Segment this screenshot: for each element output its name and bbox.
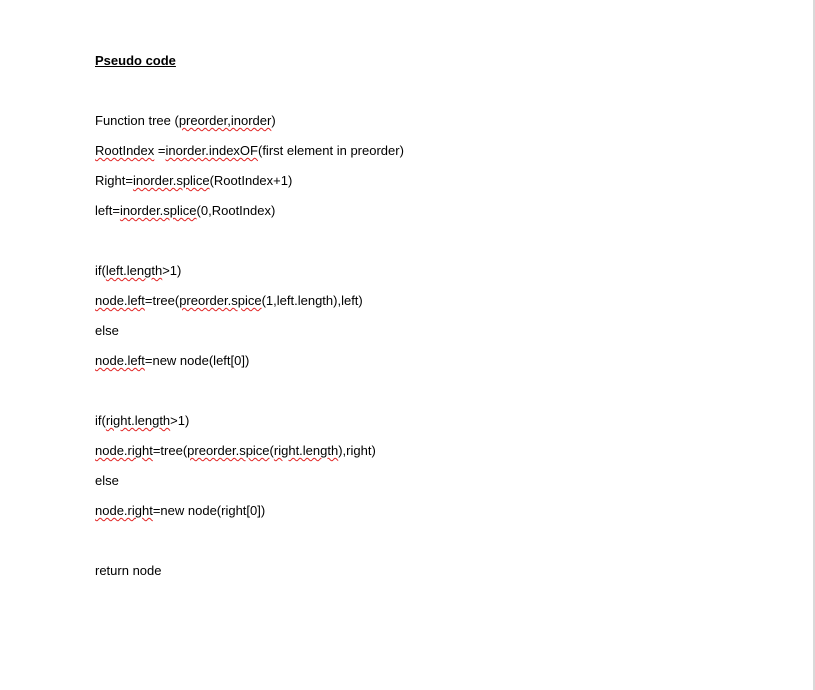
misspelled-text: node.right [95,503,153,518]
misspelled-text: right.length [273,443,339,458]
misspelled-text: preorder,inorder [178,113,272,128]
code-text: =new node(left[0]) [144,353,250,368]
misspelled-text: inorder.splice [119,203,197,218]
misspelled-text: inorder.indexOF [165,143,258,158]
misspelled-text: preorder.spice [179,293,262,308]
misspelled-text: RootIndex [95,143,155,158]
code-line: node.left=tree(preorder.spice(1,left.len… [95,293,363,309]
code-text: (RootIndex+1) [209,173,293,188]
document-title: Pseudo code [95,53,176,68]
code-line: if(left.length>1) [95,263,181,279]
code-line: Right=inorder.splice(RootIndex+1) [95,173,292,189]
code-line: node.left=new node(left[0]) [95,353,249,369]
code-line: node.right=new node(right[0]) [95,503,265,519]
code-text: =new node(right[0]) [152,503,266,518]
code-line: else [95,323,119,339]
code-text: left= [95,203,120,218]
code-text: ),right) [338,443,376,458]
code-line: RootIndex =inorder.indexOF(first element… [95,143,404,159]
code-text: else [95,473,119,488]
code-line: left=inorder.splice(0,RootIndex) [95,203,275,219]
code-text: if( [95,413,106,428]
code-text: >1) [170,413,190,428]
misspelled-text: node.right [95,443,153,458]
code-text: ) [271,113,276,128]
code-line: return node [95,563,162,579]
code-text: return node [95,563,162,578]
code-text: (1,left.length),left) [261,293,363,308]
code-line: Function tree (preorder,inorder) [95,113,276,129]
code-text: =tree( [152,443,188,458]
misspelled-text: left.length [105,263,163,278]
code-text: >1) [162,263,182,278]
code-text: =tree( [144,293,180,308]
misspelled-text: inorder.splice [132,173,210,188]
misspelled-text: node.left [95,293,145,308]
code-text: if( [95,263,106,278]
code-text: else [95,323,119,338]
code-line: else [95,473,119,489]
misspelled-text: preorder.spice [187,443,270,458]
misspelled-text: node.left [95,353,145,368]
code-line: node.right=tree(preorder.spice(right.len… [95,443,376,459]
code-text: Right= [95,173,133,188]
code-line: if(right.length>1) [95,413,189,429]
code-text: (first element in preorder) [257,143,404,158]
misspelled-text: right.length [105,413,171,428]
code-text: = [154,143,166,158]
code-text: (0,RootIndex) [196,203,276,218]
code-text: Function tree ( [95,113,179,128]
